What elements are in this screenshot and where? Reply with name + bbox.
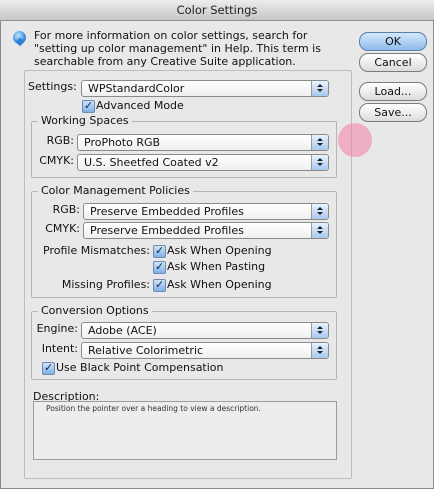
ask-pasting-checkbox[interactable]: [153, 260, 166, 274]
intent-select[interactable]: Relative Colorimetric: [81, 342, 329, 359]
title-bar[interactable]: Color Settings: [0, 0, 434, 21]
cancel-button[interactable]: Cancel: [359, 53, 427, 72]
settings-label: Settings:: [28, 80, 77, 93]
pol-rgb-select[interactable]: Preserve Embedded Profiles: [83, 203, 329, 220]
engine-select[interactable]: Adobe (ACE): [81, 322, 329, 339]
missing-ask-opening-checkbox[interactable]: [153, 278, 166, 292]
pol-rgb-value: Preserve Embedded Profiles: [90, 205, 244, 218]
updown-arrow-icon: [311, 81, 328, 96]
ask-pasting-label: Ask When Pasting: [167, 260, 266, 273]
description-box: Position the pointer over a heading to v…: [33, 401, 337, 460]
black-point-label: Use Black Point Compensation: [56, 361, 224, 374]
working-spaces-title: Working Spaces: [38, 114, 132, 128]
settings-select[interactable]: WPStandardColor: [81, 80, 329, 97]
info-text: For more information on color settings, …: [34, 29, 321, 68]
missing-ask-opening-label: Ask When Opening: [167, 278, 272, 291]
conversion-title: Conversion Options: [38, 304, 152, 318]
policies-title: Color Management Policies: [38, 184, 193, 198]
pol-rgb-label: RGB:: [52, 203, 80, 216]
save-button[interactable]: Save...: [359, 103, 427, 122]
ws-rgb-label: RGB:: [46, 134, 74, 147]
ask-opening-label: Ask When Opening: [167, 244, 272, 257]
ws-rgb-value: ProPhoto RGB: [84, 136, 161, 149]
pol-cmyk-label: CMYK:: [45, 222, 80, 235]
pol-cmyk-value: Preserve Embedded Profiles: [90, 224, 244, 237]
updown-arrow-icon: [311, 223, 328, 238]
ws-rgb-select[interactable]: ProPhoto RGB: [77, 134, 329, 151]
updown-arrow-icon: [311, 323, 328, 338]
advanced-mode-label: Advanced Mode: [96, 99, 184, 112]
description-text: Position the pointer over a heading to v…: [46, 404, 261, 413]
cursor-highlight: [338, 123, 372, 157]
advanced-mode-checkbox[interactable]: [82, 99, 95, 113]
ask-opening-checkbox[interactable]: [153, 244, 166, 258]
missing-profiles-label: Missing Profiles:: [61, 278, 150, 291]
ws-cmyk-select[interactable]: U.S. Sheetfed Coated v2: [77, 154, 329, 171]
pol-cmyk-select[interactable]: Preserve Embedded Profiles: [83, 222, 329, 239]
intent-value: Relative Colorimetric: [88, 344, 204, 357]
window-title: Color Settings: [176, 3, 258, 17]
settings-value: WPStandardColor: [88, 82, 185, 95]
updown-arrow-icon: [311, 135, 328, 150]
engine-label: Engine:: [36, 322, 78, 335]
updown-arrow-icon: [311, 204, 328, 219]
updown-arrow-icon: [311, 343, 328, 358]
updown-arrow-icon: [311, 155, 328, 170]
black-point-checkbox[interactable]: [42, 361, 55, 375]
profile-mismatches-label: Profile Mismatches:: [43, 244, 150, 257]
load-button[interactable]: Load...: [359, 82, 427, 101]
intent-label: Intent:: [41, 342, 78, 355]
ws-cmyk-value: U.S. Sheetfed Coated v2: [84, 156, 219, 169]
info-icon: [13, 31, 26, 44]
ws-cmyk-label: CMYK:: [39, 154, 74, 167]
color-settings-dialog: Color Settings For more information on c…: [0, 0, 434, 489]
ok-button[interactable]: OK: [359, 32, 427, 51]
engine-value: Adobe (ACE): [88, 324, 157, 337]
